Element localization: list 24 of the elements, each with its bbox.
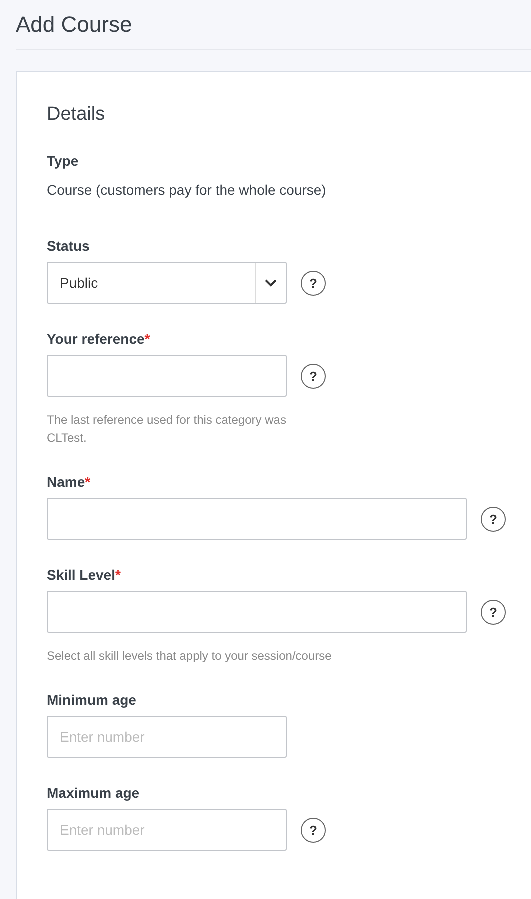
field-label: Skill Level* bbox=[47, 566, 122, 584]
chevron-down-icon bbox=[265, 279, 277, 287]
help-icon[interactable]: ? bbox=[481, 506, 506, 532]
help-icon[interactable]: ? bbox=[301, 818, 326, 842]
input-field[interactable] bbox=[47, 355, 287, 397]
field-label: Maximum age bbox=[47, 784, 141, 802]
field-label: Name* bbox=[47, 473, 92, 491]
input-field[interactable]: Enter number bbox=[47, 809, 287, 851]
type-value: Course (customers pay for the whole course) bbox=[47, 181, 328, 199]
section-title: Details bbox=[47, 103, 106, 127]
page-title: Add Course bbox=[16, 0, 531, 50]
help-icon[interactable]: ? bbox=[481, 600, 506, 624]
field-hint: Select all skill levels that apply to your session/course bbox=[47, 648, 333, 665]
help-icon[interactable]: ? bbox=[301, 364, 326, 388]
field-label: Type bbox=[47, 152, 80, 170]
status-select[interactable]: Public bbox=[47, 262, 287, 304]
help-icon[interactable]: ? bbox=[301, 270, 326, 296]
input-field[interactable]: Enter number bbox=[47, 716, 287, 758]
input-field[interactable] bbox=[47, 591, 467, 633]
input-field[interactable] bbox=[47, 498, 467, 540]
field-label: Minimum age bbox=[47, 691, 138, 709]
field-label: Status bbox=[47, 237, 91, 255]
field-label: Your reference* bbox=[47, 330, 152, 348]
field-hint: The last reference used for this category was CLTest. bbox=[47, 412, 288, 447]
